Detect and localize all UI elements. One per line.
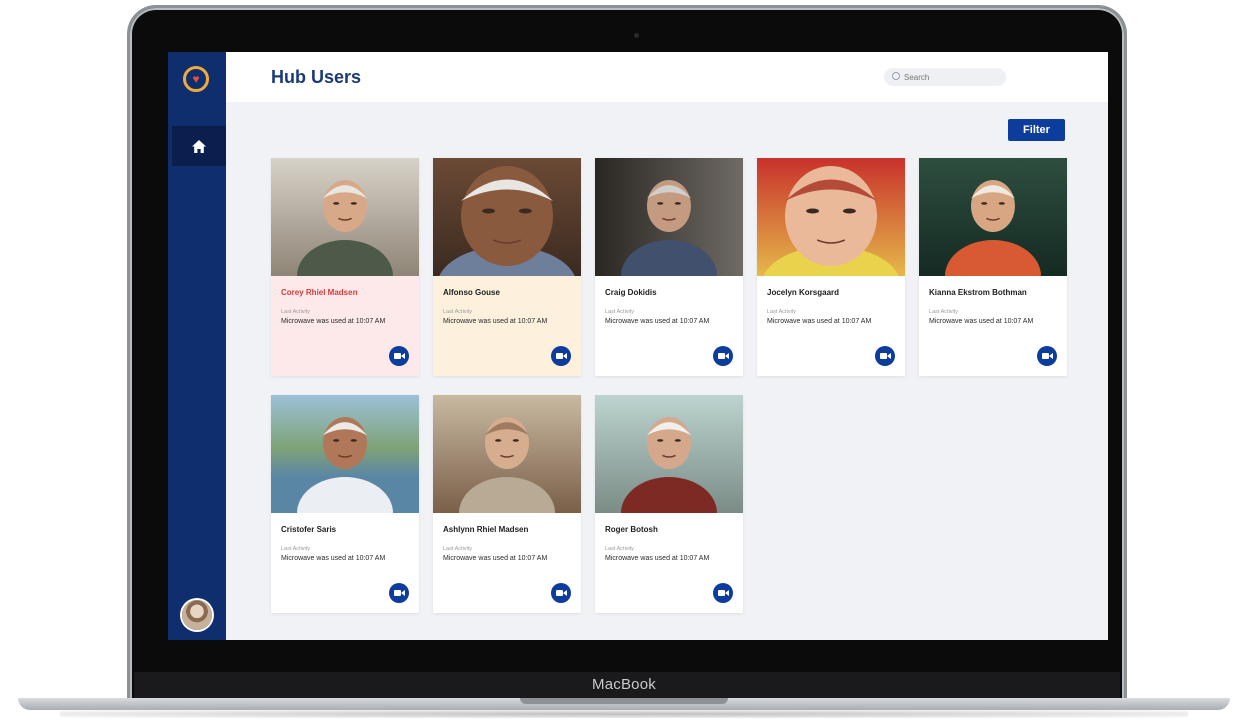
last-activity-label: Last Activity [443, 309, 473, 315]
video-icon [393, 353, 405, 359]
last-activity-label: Last Activity [767, 309, 797, 315]
portrait-illustration [945, 180, 1041, 276]
user-name: Ashlynn Rhiel Madsen [443, 525, 529, 534]
video-icon [717, 353, 729, 359]
user-card[interactable]: Ashlynn Rhiel Madsen Last Activity Micro… [433, 395, 581, 613]
portrait-illustration [459, 417, 555, 513]
last-activity-text: Microwave was used at 10:07 AM [443, 318, 548, 325]
last-activity-label: Last Activity [281, 546, 311, 552]
page-title: Hub Users [271, 67, 362, 87]
user-name: Alfonso Gouse [443, 288, 500, 297]
user-card[interactable]: Craig Dokidis Last Activity Microwave wa… [595, 158, 743, 376]
last-activity-label: Last Activity [281, 309, 311, 315]
user-card[interactable]: Jocelyn Korsgaard Last Activity Microwav… [757, 158, 905, 376]
portrait-illustration [297, 417, 393, 513]
portrait-illustration [621, 417, 717, 513]
video-icon [393, 590, 405, 596]
last-activity-text: Microwave was used at 10:07 AM [605, 318, 710, 325]
video-call-button[interactable] [389, 583, 409, 603]
user-photo [271, 158, 419, 276]
portrait-illustration [439, 166, 575, 276]
last-activity-text: Microwave was used at 10:07 AM [443, 555, 548, 562]
webcam [634, 33, 639, 38]
user-name: Cristofer Saris [281, 525, 337, 534]
last-activity-label: Last Activity [443, 546, 473, 552]
sidebar-item-home[interactable] [172, 126, 226, 166]
user-card[interactable]: Roger Botosh Last Activity Microwave was… [595, 395, 743, 613]
last-activity-label: Last Activity [929, 309, 959, 315]
search-icon [892, 72, 900, 80]
user-photo [433, 395, 581, 513]
user-card[interactable]: Alfonso Gouse Last Activity Microwave wa… [433, 158, 581, 376]
user-photo [271, 395, 419, 513]
app-screen: ♥ Hub Users Filter Corey Rhiel Madsen La… [168, 52, 1108, 640]
laptop-brand-label: MacBook [592, 676, 656, 693]
filter-button[interactable]: Filter [1008, 119, 1065, 141]
video-call-button[interactable] [1037, 346, 1057, 366]
last-activity-label: Last Activity [605, 309, 635, 315]
video-call-button[interactable] [713, 583, 733, 603]
user-name: Roger Botosh [605, 525, 658, 534]
video-call-button[interactable] [551, 346, 571, 366]
user-photo [595, 158, 743, 276]
video-call-button[interactable] [713, 346, 733, 366]
user-card[interactable]: Corey Rhiel Madsen Last Activity Microwa… [271, 158, 419, 376]
user-name: Corey Rhiel Madsen [281, 288, 358, 297]
laptop-shadow [60, 710, 1188, 718]
video-call-button[interactable] [551, 583, 571, 603]
user-card[interactable]: Cristofer Saris Last Activity Microwave … [271, 395, 419, 613]
portrait-illustration [621, 180, 717, 276]
video-icon [1041, 353, 1053, 359]
video-call-button[interactable] [389, 346, 409, 366]
last-activity-text: Microwave was used at 10:07 AM [281, 318, 386, 325]
last-activity-text: Microwave was used at 10:07 AM [929, 318, 1034, 325]
portrait-illustration [763, 166, 899, 276]
user-photo [757, 158, 905, 276]
last-activity-label: Last Activity [605, 546, 635, 552]
home-icon [192, 139, 206, 153]
heart-icon: ♥ [192, 72, 200, 86]
user-photo [433, 158, 581, 276]
video-icon [555, 353, 567, 359]
user-card[interactable]: Kianna Ekstrom Bothman Last Activity Mic… [919, 158, 1067, 376]
video-call-button[interactable] [875, 346, 895, 366]
laptop-base-notch [520, 698, 728, 704]
video-icon [717, 590, 729, 596]
search-input[interactable] [884, 68, 1006, 86]
last-activity-text: Microwave was used at 10:07 AM [281, 555, 386, 562]
last-activity-text: Microwave was used at 10:07 AM [767, 318, 872, 325]
portrait-illustration [297, 180, 393, 276]
sidebar: ♥ [168, 52, 226, 640]
video-icon [879, 353, 891, 359]
user-name: Jocelyn Korsgaard [767, 288, 840, 297]
last-activity-text: Microwave was used at 10:07 AM [605, 555, 710, 562]
user-photo [919, 158, 1067, 276]
logo[interactable]: ♥ [183, 66, 209, 92]
video-icon [555, 590, 567, 596]
user-name: Craig Dokidis [605, 288, 657, 297]
user-photo [595, 395, 743, 513]
user-name: Kianna Ekstrom Bothman [929, 288, 1027, 297]
user-avatar[interactable] [182, 600, 212, 630]
